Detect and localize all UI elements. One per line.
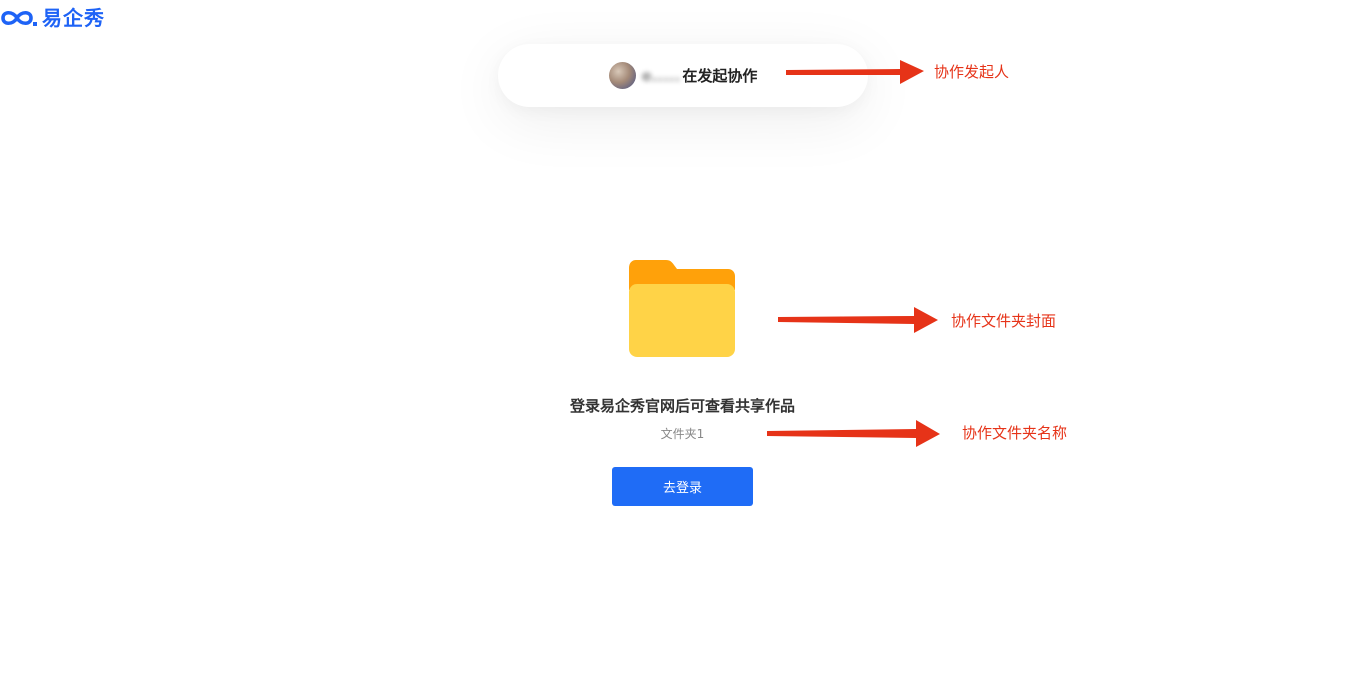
login-button[interactable]: 去登录 [612,467,753,506]
share-title: 登录易企秀官网后可查看共享作品 [569,397,795,415]
folder-icon [629,260,735,357]
initiator-card: e..... 在发起协作 [498,44,868,107]
avatar [608,62,636,89]
initiator-text: 在发起协作 [682,67,758,85]
annotation-name-label: 协作文件夹名称 [962,424,1068,442]
annotation-cover-label: 协作文件夹封面 [951,312,1057,330]
initiator-row: e..... 在发起协作 [608,62,758,89]
folder-name: 文件夹1 [660,427,705,441]
arrow-cover [778,307,938,333]
brand-logo[interactable]: 易企秀 [0,6,105,30]
annotation-initiator-label: 协作发起人 [934,63,1010,81]
infinity-logo-icon [1,10,37,26]
logo-text: 易企秀 [42,6,105,30]
initiator-name-redacted: e..... [641,66,681,85]
